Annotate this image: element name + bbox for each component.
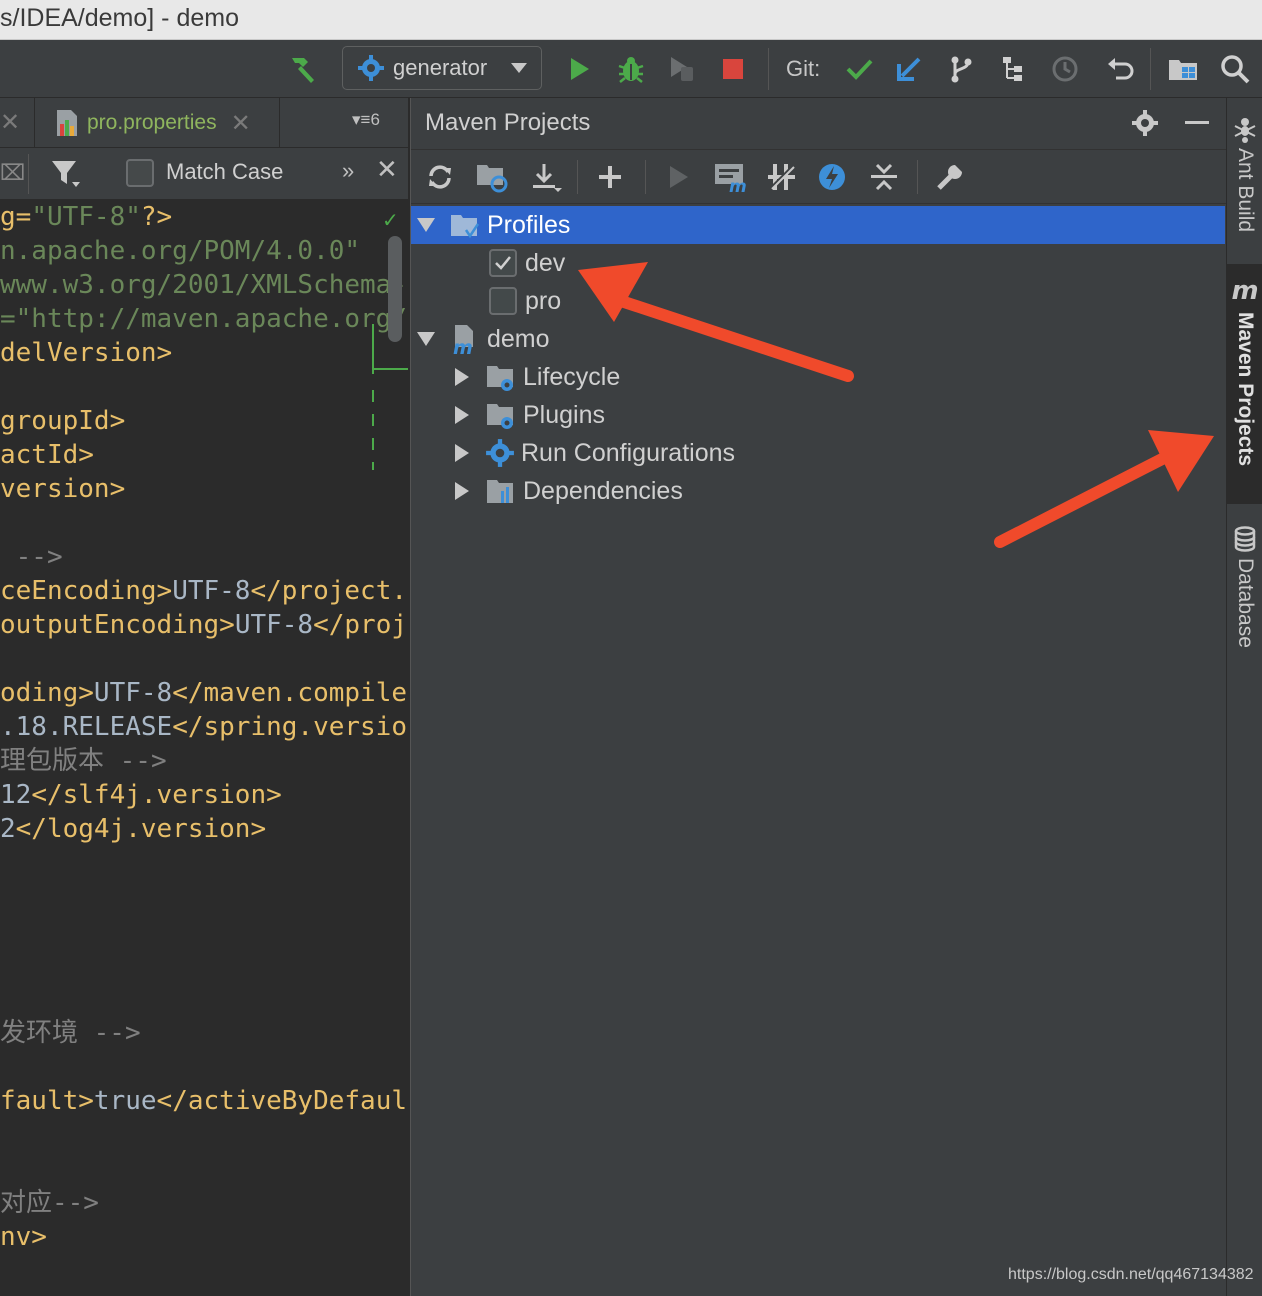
watermark: https://blog.csdn.net/qq467134382	[1008, 1266, 1254, 1283]
annotation-arrows	[578, 262, 1214, 548]
arrow-to-maven-projects-tab	[994, 430, 1214, 548]
arrow-to-dev-profile	[578, 262, 854, 382]
